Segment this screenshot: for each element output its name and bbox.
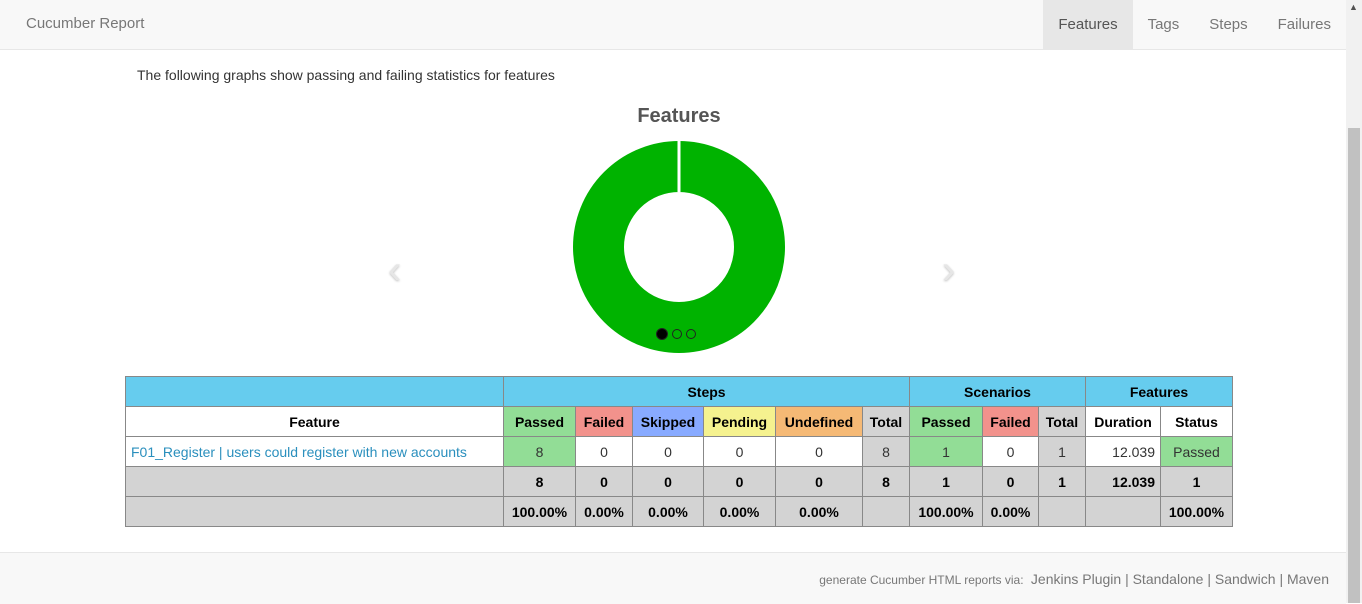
cell-scenarios-total: 1 <box>1038 436 1086 467</box>
footer-prefix: generate Cucumber HTML reports via: <box>819 573 1024 587</box>
group-scenarios: Scenarios <box>909 376 1086 407</box>
total-status: 1 <box>1160 466 1233 497</box>
col-steps-failed[interactable]: Failed <box>575 406 633 437</box>
cell-steps-undefined: 0 <box>775 436 863 467</box>
col-steps-pending[interactable]: Pending <box>703 406 776 437</box>
carousel-dot-2[interactable] <box>672 329 682 339</box>
col-steps-passed[interactable]: Passed <box>503 406 576 437</box>
total-steps-undefined: 0 <box>775 466 863 497</box>
scroll-thumb[interactable] <box>1348 128 1360 603</box>
col-scenarios-total[interactable]: Total <box>1038 406 1086 437</box>
carousel-dot-1[interactable] <box>656 328 668 340</box>
col-steps-total[interactable]: Total <box>862 406 910 437</box>
pct-steps-pending: 0.00% <box>703 496 776 527</box>
vertical-scrollbar[interactable]: ▲ <box>1346 0 1362 603</box>
pct-steps-failed: 0.00% <box>575 496 633 527</box>
header-spacer <box>125 376 504 407</box>
percent-label <box>125 496 504 527</box>
carousel-next-icon[interactable]: › <box>942 248 955 293</box>
total-steps-total: 8 <box>862 466 910 497</box>
footer-text: generate Cucumber HTML reports via: Jenk… <box>819 571 1329 587</box>
pct-scenarios-passed: 100.00% <box>909 496 983 527</box>
total-steps-pending: 0 <box>703 466 776 497</box>
col-scenarios-passed[interactable]: Passed <box>909 406 983 437</box>
pct-steps-total <box>862 496 910 527</box>
percent-row: 100.00% 0.00% 0.00% 0.00% 0.00% 100.00% … <box>125 496 1233 527</box>
col-steps-skipped[interactable]: Skipped <box>632 406 704 437</box>
pct-scenarios-failed: 0.00% <box>982 496 1039 527</box>
page-footer: generate Cucumber HTML reports via: Jenk… <box>0 552 1346 604</box>
nav-item-steps[interactable]: Steps <box>1194 0 1262 49</box>
feature-link[interactable]: F01_Register | users could register with… <box>125 436 504 467</box>
pct-duration <box>1085 496 1161 527</box>
cell-steps-pending: 0 <box>703 436 776 467</box>
group-features: Features <box>1085 376 1233 407</box>
features-donut-chart <box>573 141 785 353</box>
total-scenarios-passed: 1 <box>909 466 983 497</box>
pct-steps-passed: 100.00% <box>503 496 576 527</box>
top-navbar: Cucumber Report Features Tags Steps Fail… <box>0 0 1346 50</box>
carousel-prev-icon[interactable]: ‹ <box>388 248 401 293</box>
col-status[interactable]: Status <box>1160 406 1233 437</box>
feature-stats-table: Steps Scenarios Features Feature Passed … <box>125 376 1233 527</box>
nav-item-features[interactable]: Features <box>1043 0 1133 49</box>
col-steps-undefined[interactable]: Undefined <box>775 406 863 437</box>
nav-menu: Features Tags Steps Failures <box>1043 0 1346 49</box>
nav-item-failures[interactable]: Failures <box>1263 0 1346 49</box>
totals-label <box>125 466 504 497</box>
total-duration: 12.039 <box>1085 466 1161 497</box>
footer-links[interactable]: Jenkins Plugin | Standalone | Sandwich |… <box>1031 571 1329 587</box>
col-feature[interactable]: Feature <box>125 406 504 437</box>
cell-status: Passed <box>1160 436 1233 467</box>
total-steps-skipped: 0 <box>632 466 704 497</box>
pct-steps-undefined: 0.00% <box>775 496 863 527</box>
cell-steps-total: 8 <box>862 436 910 467</box>
cell-steps-passed: 8 <box>503 436 576 467</box>
pct-scenarios-total <box>1038 496 1086 527</box>
pct-status: 100.00% <box>1160 496 1233 527</box>
group-steps: Steps <box>503 376 910 407</box>
carousel-dot-3[interactable] <box>686 329 696 339</box>
cell-scenarios-failed: 0 <box>982 436 1039 467</box>
total-scenarios-total: 1 <box>1038 466 1086 497</box>
total-steps-passed: 8 <box>503 466 576 497</box>
carousel-indicators <box>656 328 696 340</box>
cell-scenarios-passed: 1 <box>909 436 983 467</box>
col-scenarios-failed[interactable]: Failed <box>982 406 1039 437</box>
pct-steps-skipped: 0.00% <box>632 496 704 527</box>
total-steps-failed: 0 <box>575 466 633 497</box>
nav-item-tags[interactable]: Tags <box>1133 0 1195 49</box>
totals-row: 8 0 0 0 0 8 1 0 1 12.039 1 <box>125 466 1233 497</box>
cell-steps-skipped: 0 <box>632 436 704 467</box>
scroll-up-icon[interactable]: ▲ <box>1349 2 1358 12</box>
cell-steps-failed: 0 <box>575 436 633 467</box>
intro-text: The following graphs show passing and fa… <box>137 67 555 83</box>
col-duration[interactable]: Duration <box>1085 406 1161 437</box>
table-row: F01_Register | users could register with… <box>125 436 1233 467</box>
chart-title: Features <box>637 105 721 127</box>
cell-duration: 12.039 <box>1085 436 1161 467</box>
total-scenarios-failed: 0 <box>982 466 1039 497</box>
brand-title[interactable]: Cucumber Report <box>26 15 144 32</box>
